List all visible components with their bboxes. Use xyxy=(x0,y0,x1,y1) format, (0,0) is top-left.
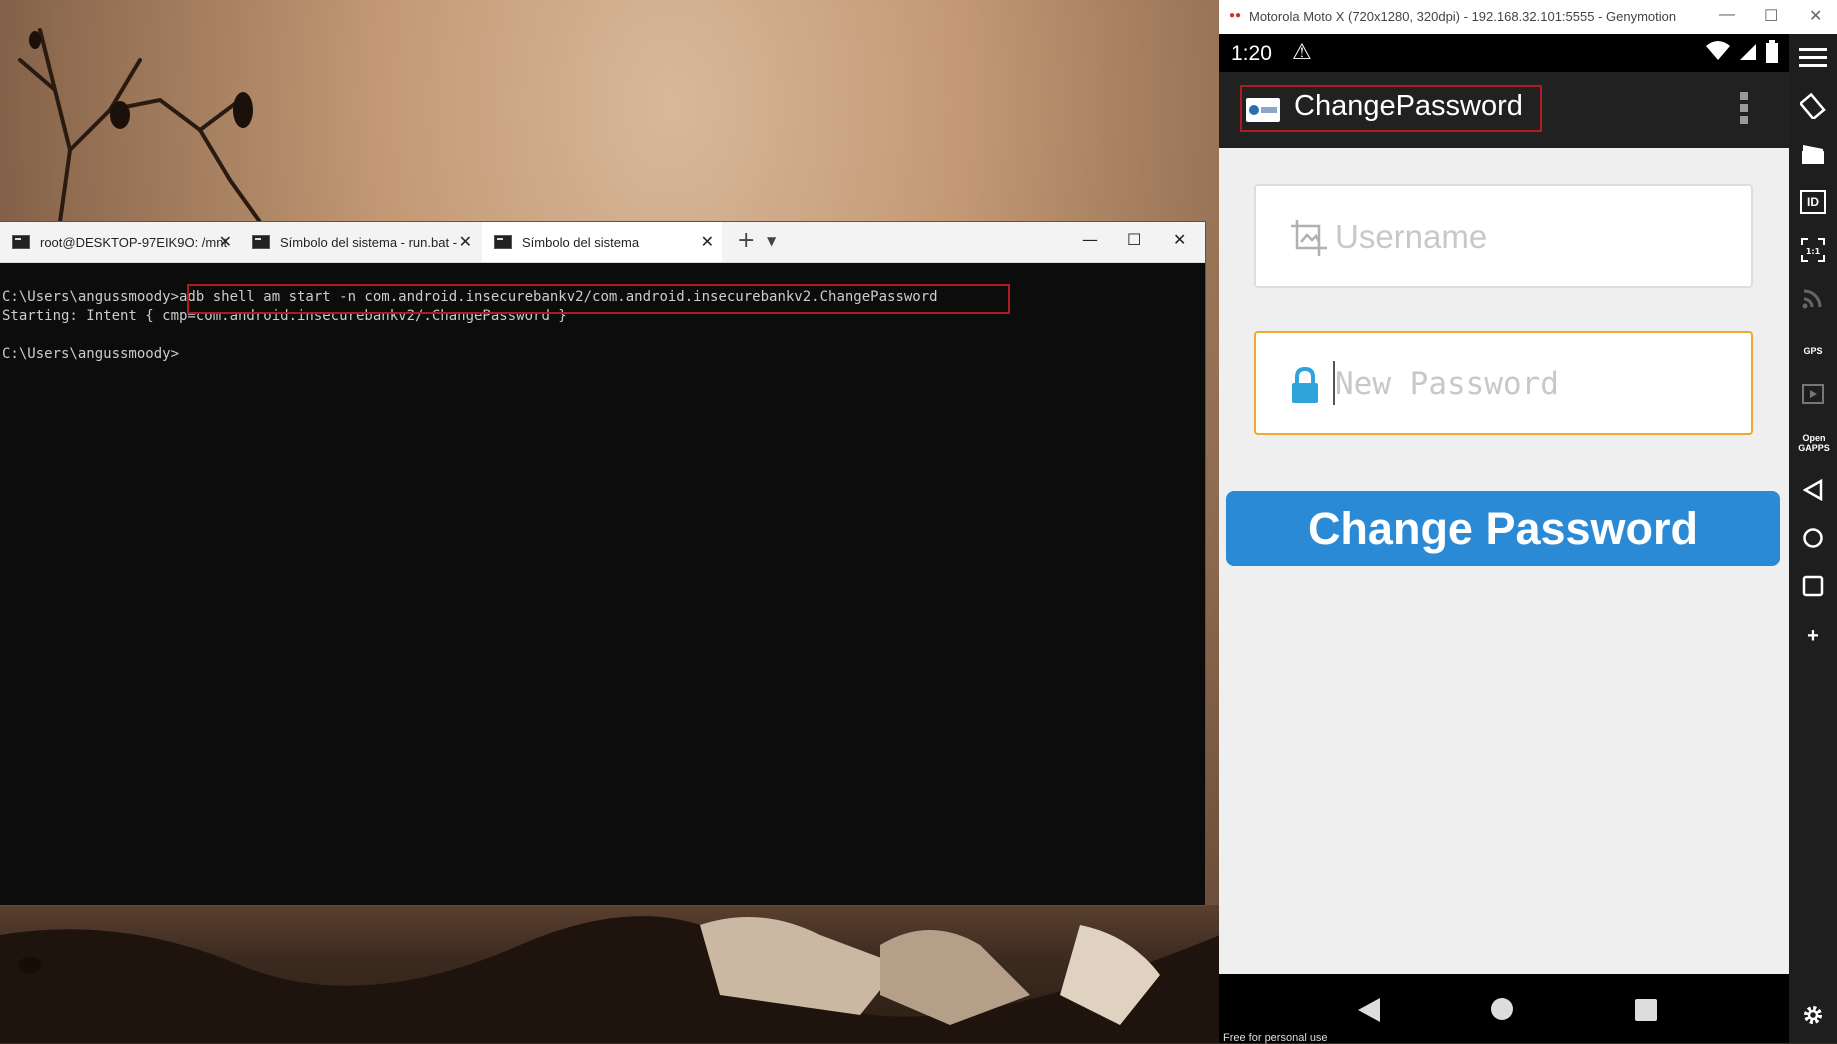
app-title: ChangePassword xyxy=(1294,90,1523,122)
app-action-bar: ChangePassword xyxy=(1219,72,1789,148)
free-for-personal-use-note: Free for personal use xyxy=(1223,1032,1328,1044)
minimize-icon[interactable]: — xyxy=(1719,6,1735,24)
genymotion-logo-icon: ●● xyxy=(1229,10,1242,21)
home-icon[interactable] xyxy=(1799,524,1827,552)
close-icon[interactable]: ✕ xyxy=(219,232,232,252)
cmd-icon xyxy=(494,235,512,249)
minimize-icon[interactable]: — xyxy=(1082,230,1098,249)
wifi-icon xyxy=(1706,41,1730,60)
command-highlight-box xyxy=(187,284,1010,314)
status-clock: 1:20 xyxy=(1231,42,1272,65)
new-password-field[interactable] xyxy=(1254,331,1753,435)
close-icon[interactable]: ✕ xyxy=(701,232,714,252)
genymotion-titlebar: ●● Motorola Moto X (720x1280, 320dpi) - … xyxy=(1219,0,1837,34)
id-icon[interactable]: ID xyxy=(1799,188,1827,216)
network-icon[interactable] xyxy=(1799,284,1827,312)
tab-label: Símbolo del sistema - run.bat - xyxy=(280,234,458,250)
recent-apps-icon[interactable] xyxy=(1799,572,1827,600)
recent-apps-icon[interactable] xyxy=(1635,999,1657,1021)
change-password-button[interactable]: Change Password xyxy=(1226,491,1780,566)
terminal-titlebar: root@DESKTOP-97EIK9O: /mnt ✕ Símbolo del… xyxy=(0,222,1205,263)
close-window-icon[interactable]: ✕ xyxy=(1809,6,1822,26)
signal-icon xyxy=(1740,44,1756,60)
back-icon[interactable] xyxy=(1799,476,1827,504)
tab-run-bat[interactable]: Símbolo del sistema - run.bat - ✕ xyxy=(240,222,480,262)
terminal-line-prompt: C:\Users\angussmoody> xyxy=(2,346,180,362)
plus-icon[interactable]: + xyxy=(1799,622,1827,650)
settings-icon[interactable] xyxy=(1799,1001,1827,1029)
cmd-icon xyxy=(252,235,270,249)
gps-icon[interactable]: GPS xyxy=(1799,332,1827,360)
wallpaper-rocks-art xyxy=(0,916,1220,1043)
tab-label: root@DESKTOP-97EIK9O: /mnt xyxy=(40,234,228,250)
maximize-icon[interactable]: ☐ xyxy=(1764,6,1778,26)
overflow-menu-icon[interactable] xyxy=(1740,92,1748,128)
maximize-icon[interactable]: ☐ xyxy=(1127,230,1141,249)
username-field[interactable] xyxy=(1254,184,1753,288)
crop-icon xyxy=(1291,220,1327,256)
warning-icon: ⚠ xyxy=(1292,39,1312,64)
chevron-down-icon[interactable]: ▼ xyxy=(767,234,776,248)
app-logo xyxy=(1246,98,1280,122)
tab-wsl[interactable]: root@DESKTOP-97EIK9O: /mnt ✕ xyxy=(0,222,240,262)
svg-text:1:1: 1:1 xyxy=(1806,247,1821,256)
android-status-bar: 1:20 ⚠ xyxy=(1219,34,1789,72)
camera-icon[interactable] xyxy=(1799,140,1827,168)
pixel-perfect-icon[interactable]: 1:1 xyxy=(1799,236,1827,264)
battery-icon xyxy=(1766,40,1778,63)
back-icon[interactable] xyxy=(1358,998,1380,1022)
new-tab-icon[interactable]: + xyxy=(737,228,755,253)
new-password-input[interactable] xyxy=(1333,359,1737,409)
close-window-icon[interactable]: ✕ xyxy=(1173,230,1186,249)
rotate-icon[interactable] xyxy=(1799,92,1827,120)
media-icon[interactable] xyxy=(1799,380,1827,408)
genymotion-window: ●● Motorola Moto X (720x1280, 320dpi) - … xyxy=(1219,0,1837,1044)
username-input[interactable] xyxy=(1333,212,1737,262)
android-screen: 1:20 ⚠ ChangePassword Username Change Pa… xyxy=(1219,34,1789,1044)
opengapps-icon[interactable]: Open GAPPS xyxy=(1798,428,1830,458)
terminal-output[interactable]: C:\Users\angussmoody>adb shell am start … xyxy=(0,262,1205,905)
genymotion-toolbar: ID 1:1 GPS Open GAPPS + xyxy=(1789,34,1837,1043)
genymotion-window-title: Motorola Moto X (720x1280, 320dpi) - 192… xyxy=(1249,9,1677,24)
terminal-window: root@DESKTOP-97EIK9O: /mnt ✕ Símbolo del… xyxy=(0,222,1205,905)
cmd-icon xyxy=(12,235,30,249)
home-icon[interactable] xyxy=(1491,998,1513,1020)
lock-icon xyxy=(1292,366,1318,403)
wallpaper-tree-art xyxy=(18,28,262,222)
change-password-form: Change Password xyxy=(1219,148,1789,974)
tab-label: Símbolo del sistema xyxy=(522,234,640,250)
menu-icon[interactable] xyxy=(1799,44,1827,72)
tab-simbolo-sistema[interactable]: Símbolo del sistema ✕ xyxy=(482,222,722,262)
close-icon[interactable]: ✕ xyxy=(459,232,472,252)
